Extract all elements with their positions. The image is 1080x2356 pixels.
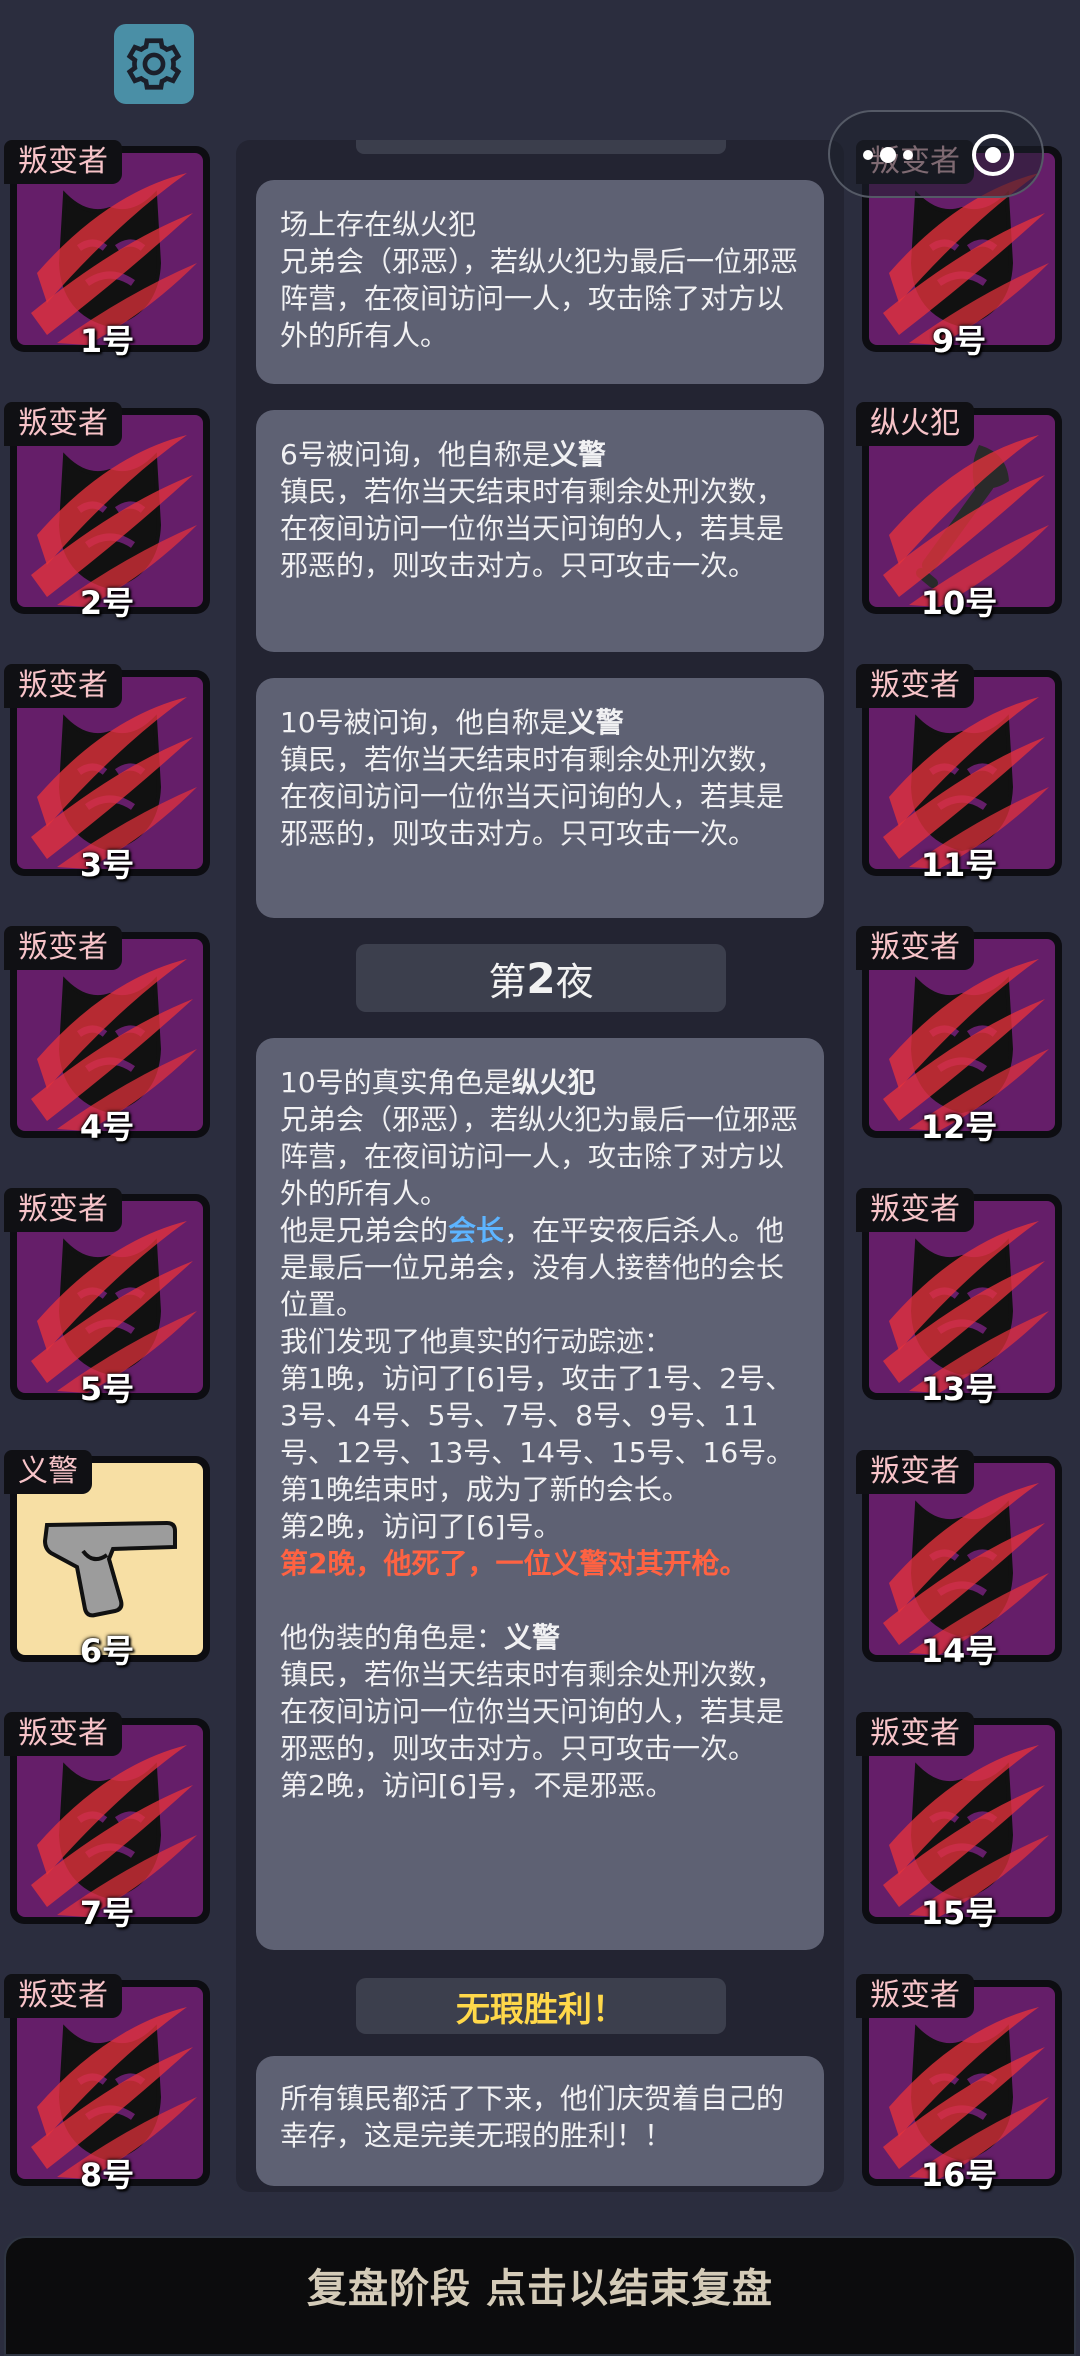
message-line: 6号被问询，他自称是 bbox=[280, 438, 550, 471]
player-card-7[interactable]: 叛变者 7号 bbox=[4, 1712, 210, 1932]
night-suffix: 夜 bbox=[555, 959, 594, 1004]
leader-keyword[interactable]: 会长 bbox=[448, 1214, 504, 1247]
log-header-strip bbox=[356, 140, 726, 154]
message-description: 兄弟会（邪恶），若纵火犯为最后一位邪恶阵营，在夜间访问一人，攻击除了对方以外的所… bbox=[280, 245, 799, 352]
player-card-5[interactable]: 叛变者 5号 bbox=[4, 1188, 210, 1408]
player-role-tag: 叛变者 bbox=[856, 1450, 974, 1494]
player-card-10[interactable]: 纵火犯 10号 bbox=[856, 402, 1062, 622]
night-prefix: 第 bbox=[488, 959, 527, 1004]
player-role-tag: 纵火犯 bbox=[856, 402, 974, 446]
message-line: 他伪装的角色是： bbox=[280, 1621, 505, 1654]
player-role-tag: 叛变者 bbox=[856, 926, 974, 970]
player-number: 16号 bbox=[920, 2156, 998, 2194]
message-description: 所有镇民都活了下来，他们庆贺着自己的幸存，这是完美无瑕的胜利！！ bbox=[280, 2082, 785, 2152]
player-number: 14号 bbox=[920, 1632, 998, 1670]
player-card-6[interactable]: 义警 6号 bbox=[4, 1450, 210, 1670]
player-number: 12号 bbox=[920, 1108, 998, 1146]
player-number: 3号 bbox=[79, 846, 135, 884]
player-number: 4号 bbox=[79, 1108, 135, 1146]
more-dots-icon[interactable] bbox=[860, 140, 920, 170]
log-message-player10-claim: 10号被问询，他自称是义警 镇民，若你当天结束时有剩余处刑次数，在夜间访问一位你… bbox=[256, 678, 824, 918]
player-role-tag: 叛变者 bbox=[856, 1974, 974, 2018]
player-number: 15号 bbox=[920, 1894, 998, 1932]
message-line: 10号被问询，他自称是 bbox=[280, 706, 568, 739]
message-description: 镇民，若你当天结束时有剩余处刑次数，在夜间访问一位你当天问询的人，若其是邪恶的，… bbox=[280, 475, 785, 582]
night-number: 2 bbox=[526, 953, 556, 1003]
message-line: 场上存在纵火犯 bbox=[280, 208, 477, 241]
player-number: 7号 bbox=[79, 1894, 135, 1932]
player-role-tag: 叛变者 bbox=[4, 140, 122, 184]
true-role: 纵火犯 bbox=[511, 1066, 596, 1099]
player-number: 1号 bbox=[79, 322, 135, 360]
claimed-role: 义警 bbox=[567, 706, 624, 739]
player-card-2[interactable]: 叛变者 2号 bbox=[4, 402, 210, 622]
log-message-player6-claim: 6号被问询，他自称是义警 镇民，若你当天结束时有剩余处刑次数，在夜间访问一位你当… bbox=[256, 410, 824, 652]
night-header: 第2夜 bbox=[356, 944, 726, 1012]
player-number: 11号 bbox=[920, 846, 998, 884]
disguise-role: 义警 bbox=[504, 1621, 561, 1654]
player-role-tag: 叛变者 bbox=[4, 926, 122, 970]
message-line: 第2晚，访问[6]号，不是邪恶。 bbox=[280, 1769, 674, 1802]
player-role-tag: 叛变者 bbox=[4, 1974, 122, 2018]
player-role-tag: 义警 bbox=[4, 1450, 92, 1494]
message-line: 第2晚，访问了[6]号。 bbox=[280, 1510, 562, 1543]
message-line: 第1晚结束时，成为了新的会长。 bbox=[280, 1473, 690, 1506]
log-message-arsonist-present: 场上存在纵火犯 兄弟会（邪恶），若纵火犯为最后一位邪恶阵营，在夜间访问一人，攻击… bbox=[256, 180, 824, 384]
message-description: 镇民，若你当天结束时有剩余处刑次数，在夜间访问一位你当天问询的人，若其是邪恶的，… bbox=[280, 1658, 785, 1765]
player-number: 10号 bbox=[920, 584, 998, 622]
player-role-tag: 叛变者 bbox=[4, 402, 122, 446]
player-card-14[interactable]: 叛变者 14号 bbox=[856, 1450, 1062, 1670]
player-role-tag: 叛变者 bbox=[4, 1188, 122, 1232]
player-number: 5号 bbox=[79, 1370, 135, 1408]
player-number: 8号 bbox=[79, 2156, 135, 2194]
player-number: 9号 bbox=[931, 322, 987, 360]
claimed-role: 义警 bbox=[549, 438, 606, 471]
message-line: 我们发现了他真实的行动踪迹： bbox=[280, 1325, 673, 1358]
end-review-button[interactable]: 复盘阶段 点击以结束复盘 bbox=[4, 2236, 1076, 2356]
player-card-12[interactable]: 叛变者 12号 bbox=[856, 926, 1062, 1146]
player-card-11[interactable]: 叛变者 11号 bbox=[856, 664, 1062, 884]
player-role-tag: 叛变者 bbox=[856, 1712, 974, 1756]
message-line: 他是兄弟会的 bbox=[280, 1214, 449, 1247]
victory-header: 无瑕胜利！ bbox=[356, 1978, 726, 2034]
player-number: 13号 bbox=[920, 1370, 998, 1408]
target-icon[interactable] bbox=[970, 132, 1016, 178]
settings-button[interactable] bbox=[114, 24, 194, 104]
gear-icon bbox=[126, 38, 182, 90]
player-role-tag: 叛变者 bbox=[856, 664, 974, 708]
player-card-16[interactable]: 叛变者 16号 bbox=[856, 1974, 1062, 2194]
miniprogram-capsule bbox=[828, 110, 1044, 198]
message-description: 兄弟会（邪恶），若纵火犯为最后一位邪恶阵营，在夜间访问一人，攻击除了对方以外的所… bbox=[280, 1103, 799, 1210]
message-description: 镇民，若你当天结束时有剩余处刑次数，在夜间访问一位你当天问询的人，若其是邪恶的，… bbox=[280, 743, 785, 850]
player-number: 2号 bbox=[79, 584, 135, 622]
player-role-tag: 叛变者 bbox=[856, 1188, 974, 1232]
player-number: 6号 bbox=[79, 1632, 135, 1670]
message-line: 10号的真实角色是 bbox=[280, 1066, 512, 1099]
player-role-tag: 叛变者 bbox=[4, 1712, 122, 1756]
player-card-13[interactable]: 叛变者 13号 bbox=[856, 1188, 1062, 1408]
player-role-tag: 叛变者 bbox=[4, 664, 122, 708]
player-card-1[interactable]: 叛变者 1号 bbox=[4, 140, 210, 360]
player-card-4[interactable]: 叛变者 4号 bbox=[4, 926, 210, 1146]
message-line: 第1晚，访问了[6]号，攻击了1号、2号、3号、4号、5号、7号、8号、9号、1… bbox=[280, 1362, 795, 1469]
death-line: 第2晚，他死了，一位义警对其开枪。 bbox=[280, 1547, 748, 1580]
player-card-15[interactable]: 叛变者 15号 bbox=[856, 1712, 1062, 1932]
log-message-reveal: 10号的真实角色是纵火犯 兄弟会（邪恶），若纵火犯为最后一位邪恶阵营，在夜间访问… bbox=[256, 1038, 824, 1950]
player-card-8[interactable]: 叛变者 8号 bbox=[4, 1974, 210, 2194]
log-message-victory: 所有镇民都活了下来，他们庆贺着自己的幸存，这是完美无瑕的胜利！！ bbox=[256, 2056, 824, 2186]
player-card-3[interactable]: 叛变者 3号 bbox=[4, 664, 210, 884]
